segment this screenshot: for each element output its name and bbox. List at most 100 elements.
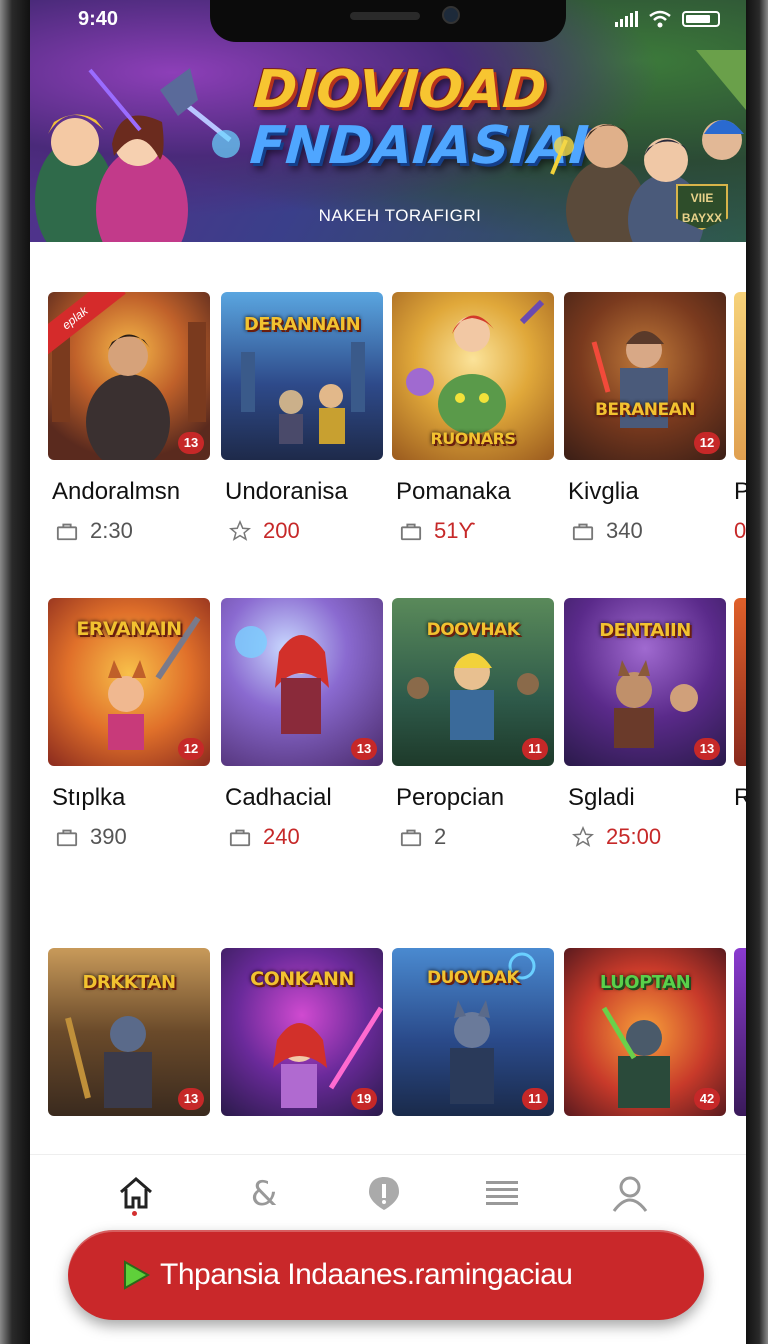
nav-alerts[interactable] [360, 1169, 408, 1217]
game-logo: LUOPTAN [599, 972, 691, 993]
game-card-partial[interactable]: P 0 [734, 292, 746, 552]
bag-icon [56, 523, 78, 541]
bag-icon [572, 523, 594, 541]
wifi-icon [649, 10, 671, 28]
game-logo: DERANNAIN [243, 314, 361, 335]
game-logo: ERVANAIN [76, 618, 182, 640]
game-title: Andoralmsn [52, 478, 181, 505]
game-meta: 2 [400, 824, 446, 850]
game-meta-value: 0 [734, 518, 746, 543]
game-thumbnail[interactable]: DERANNAIN [221, 292, 383, 460]
game-logo: DUOVDAK [426, 968, 520, 988]
star-icon [572, 826, 594, 847]
device-notch [210, 0, 566, 42]
game-meta-value: 51Ƴ [434, 518, 476, 543]
game-meta-value: 200 [263, 518, 300, 543]
banner-title-line2: FNDAIASIAI [247, 116, 591, 176]
game-card-partial[interactable]: R [734, 598, 746, 858]
banner-title-line1: DIOVIOAD [251, 60, 549, 120]
bag-icon [229, 829, 251, 847]
count-badge: 12 [694, 432, 720, 454]
cta-label: Thpansia Indaanes.ramingaciau [160, 1258, 573, 1291]
count-badge: 12 [178, 738, 204, 760]
bottom-nav: & [30, 1154, 746, 1236]
game-title: Undoranisa [225, 478, 348, 505]
game-thumbnail[interactable]: DRKKTAN 13 [48, 948, 210, 1116]
game-thumbnail[interactable] [734, 948, 746, 1116]
game-meta: 25:00 [572, 824, 661, 850]
count-badge: 13 [178, 1088, 204, 1110]
star-icon [229, 520, 251, 541]
game-meta: 2:30 [56, 518, 133, 544]
game-thumbnail[interactable]: RUONARS [392, 292, 554, 460]
count-badge: 13 [694, 738, 720, 760]
game-thumbnail[interactable]: eplak 13 [48, 292, 210, 460]
game-meta: 390 [56, 824, 127, 850]
menu-icon [486, 1181, 518, 1205]
game-card-partial[interactable] [734, 948, 746, 1116]
game-meta-value: 25:00 [606, 824, 662, 849]
count-badge: 13 [178, 432, 204, 454]
game-logo: DOOVHAK [426, 620, 520, 640]
count-badge: 13 [351, 738, 377, 760]
game-meta: 340 [572, 518, 643, 544]
game-meta-value: 2:30 [90, 518, 133, 543]
bag-icon [400, 523, 422, 541]
signal-icon [615, 11, 638, 27]
game-thumbnail[interactable]: LUOPTAN 42 [564, 948, 726, 1116]
game-grid: eplak 13 Andoralmsn 2:30 DERANNAIN Undor… [30, 242, 746, 1162]
bag-icon [400, 829, 422, 847]
active-indicator [132, 1211, 137, 1216]
nav-menu[interactable] [478, 1169, 526, 1217]
game-logo: CONKANN [250, 968, 354, 990]
game-thumbnail[interactable] [734, 598, 746, 766]
game-thumbnail[interactable]: DENTAIIN 13 [564, 598, 726, 766]
nav-profile[interactable] [606, 1169, 654, 1217]
game-logo: RUONARS [430, 429, 516, 448]
svg-text:&: & [251, 1175, 278, 1211]
game-title: Pomanaka [396, 478, 511, 505]
game-meta-value: 240 [263, 824, 300, 849]
game-thumbnail[interactable]: CONKANN 19 [221, 948, 383, 1116]
game-meta-value: 340 [606, 518, 643, 543]
game-title: Peropcian [396, 784, 505, 811]
game-meta: 200 [229, 518, 300, 544]
game-logo: BERANEAN [594, 400, 696, 420]
camera-icon [442, 6, 460, 24]
game-logo: DENTAIIN [599, 620, 691, 641]
game-thumbnail[interactable]: ERVANAIN 12 [48, 598, 210, 766]
game-meta: 240 [229, 824, 300, 850]
game-thumbnail[interactable]: 13 [221, 598, 383, 766]
game-title: Cadhacial [225, 784, 332, 811]
count-badge: 11 [522, 738, 548, 760]
cta-button[interactable]: Thpansia Indaanes.ramingaciau [68, 1230, 704, 1320]
game-title: R [734, 784, 746, 811]
status-icons [615, 10, 720, 28]
game-meta-value: 2 [434, 824, 447, 849]
game-title: Sgladi [568, 784, 635, 811]
shield-icon [369, 1177, 399, 1210]
count-badge: 11 [522, 1088, 548, 1110]
nav-social[interactable]: & [240, 1169, 288, 1217]
speaker-grille [350, 12, 420, 20]
banner-title: DIOVIOAD FNDAIASIAI [247, 60, 591, 176]
count-badge: 42 [694, 1088, 720, 1110]
game-logo: DRKKTAN [82, 972, 176, 993]
device-frame-right [746, 0, 768, 1344]
game-thumbnail[interactable]: DUOVDAK 11 [392, 948, 554, 1116]
play-icon [124, 1260, 150, 1290]
game-title: Kivglia [568, 478, 639, 505]
game-meta: 51Ƴ [400, 518, 475, 544]
profile-icon [612, 1176, 648, 1212]
bag-icon [56, 829, 78, 847]
battery-icon [682, 11, 720, 27]
game-thumbnail[interactable]: DOOVHAK 11 [392, 598, 554, 766]
count-badge: 19 [351, 1088, 377, 1110]
device-frame-left [0, 0, 30, 1344]
phone-screen: 9:40 DIOVIOAD FNDAIASIAI NAKEH TORAFIGRI [0, 0, 768, 1344]
game-thumbnail[interactable]: BERANEAN 12 [564, 292, 726, 460]
game-thumbnail[interactable] [734, 292, 746, 460]
nav-home[interactable] [112, 1169, 160, 1217]
status-time: 9:40 [78, 8, 119, 30]
game-title: P [734, 478, 746, 505]
